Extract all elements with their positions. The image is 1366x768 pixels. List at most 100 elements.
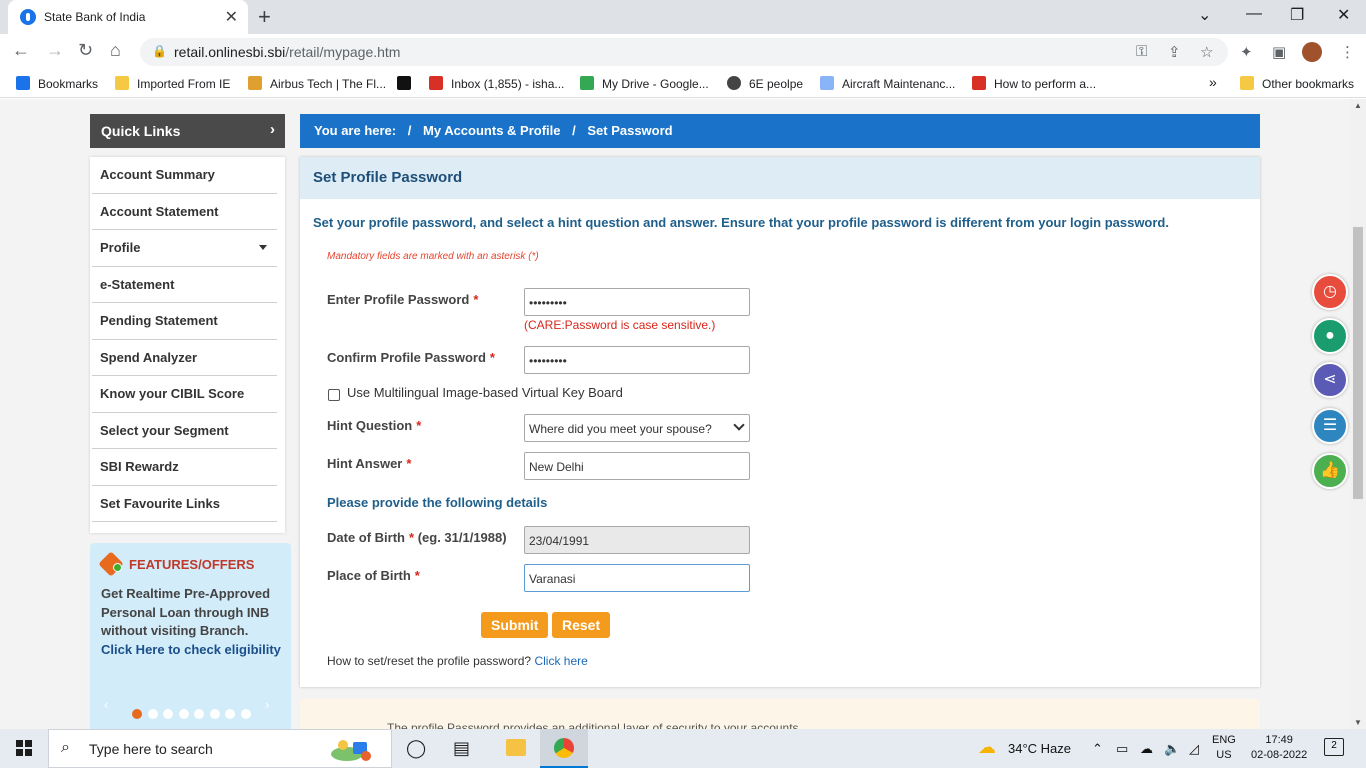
minimize-icon[interactable]: — (1246, 5, 1262, 23)
bookmark-item[interactable]: How to perform a... (972, 76, 1096, 91)
new-tab-icon[interactable]: + (258, 4, 271, 30)
carousel-dot[interactable] (240, 709, 251, 719)
forward-icon[interactable]: → (46, 40, 64, 61)
hint-answer-input[interactable]: New Delhi (524, 452, 750, 480)
reset-button[interactable]: Reset (552, 612, 611, 638)
hint-question-select[interactable]: Where did you meet your spouse? (524, 414, 750, 442)
pob-label: Place of Birth * (327, 568, 420, 583)
thumbs-up-icon[interactable]: 👍 (1312, 453, 1348, 489)
clock[interactable]: 17:49 02-08-2022 (1251, 733, 1307, 763)
key-icon[interactable]: ⚿ (1136, 43, 1147, 60)
task-view-icon[interactable]: ◯ (406, 738, 426, 759)
carousel-dot[interactable] (209, 709, 220, 719)
clock-date: 02-08-2022 (1251, 749, 1308, 761)
bookmark-item[interactable]: 6E peolpe (727, 76, 803, 91)
site-icon (397, 76, 411, 90)
quick-link-account-statement[interactable]: Account Statement (92, 194, 277, 230)
other-bookmarks[interactable]: Other bookmarks (1240, 76, 1354, 91)
weather-text[interactable]: 34°C Haze (1008, 741, 1071, 756)
caret-down-icon (259, 245, 267, 250)
scrollbar-thumb[interactable] (1353, 227, 1363, 499)
wifi-icon[interactable]: ◿ (1189, 741, 1199, 757)
chrome-app[interactable] (540, 729, 588, 768)
volume-icon[interactable]: 🔈 (1164, 741, 1180, 757)
bookmark-item[interactable] (397, 76, 419, 91)
file-explorer-app[interactable] (492, 729, 540, 768)
carousel-dot[interactable] (194, 709, 204, 719)
quick-link-pending-statement[interactable]: Pending Statement (92, 303, 277, 340)
carousel-next-icon[interactable]: › (265, 697, 269, 712)
restore-icon[interactable]: ❐ (1290, 5, 1304, 25)
quick-link-favourite-links[interactable]: Set Favourite Links (92, 486, 277, 522)
quick-link-e-statement[interactable]: e-Statement (92, 267, 277, 303)
profile-avatar[interactable] (1302, 42, 1322, 62)
quick-link-select-segment[interactable]: Select your Segment (92, 413, 277, 449)
address-bar[interactable]: 🔒 retail.onlinesbi.sbi/retail/mypage.htm… (140, 38, 1228, 66)
list-icon[interactable]: ☰ (1312, 408, 1348, 444)
widgets-icon[interactable]: ▤ (453, 738, 470, 759)
share-page-icon[interactable]: ⇪ (1168, 43, 1181, 61)
scroll-up-icon[interactable]: ▲ (1354, 101, 1362, 110)
carousel-dot[interactable] (163, 709, 173, 719)
quick-link-cibil-score[interactable]: Know your CIBIL Score (92, 376, 277, 413)
back-icon[interactable]: ← (12, 40, 30, 61)
windows-start-icon[interactable] (16, 740, 32, 756)
quick-link-profile[interactable]: Profile (92, 230, 277, 267)
tab-search-icon[interactable]: ⌄ (1198, 5, 1211, 25)
carousel-dot[interactable] (147, 709, 158, 719)
breadcrumb-current: Set Password (587, 123, 673, 138)
quick-link-sbi-rewardz[interactable]: SBI Rewardz (92, 449, 277, 486)
bookmark-item[interactable]: My Drive - Google... (580, 76, 709, 91)
quick-link-account-summary[interactable]: Account Summary (92, 157, 277, 194)
lock-icon[interactable]: 🔒 (152, 44, 167, 58)
bookmark-star-icon[interactable]: ☆ (1200, 43, 1213, 61)
menu-icon[interactable]: ⋮ (1340, 43, 1355, 61)
close-tab-icon[interactable]: ✕ (225, 7, 238, 27)
check-eligibility-link[interactable]: Click Here to check eligibility (101, 642, 281, 657)
chevron-up-icon[interactable]: ⌃ (1092, 741, 1103, 757)
chevron-right-icon: › (270, 121, 275, 138)
home-icon[interactable]: ⌂ (110, 40, 121, 61)
carousel-dot[interactable] (132, 709, 142, 719)
bookmark-item[interactable]: Aircraft Maintenanc... (820, 76, 955, 91)
breadcrumb-section[interactable]: My Accounts & Profile (423, 123, 560, 138)
share-icon[interactable]: ⋖ (1312, 362, 1348, 398)
taskbar-search[interactable]: ⌕ Type here to search (48, 729, 392, 768)
weather-icon[interactable]: ☁ (978, 737, 996, 758)
submit-button[interactable]: Submit (481, 612, 549, 638)
battery-icon[interactable]: ▭ (1116, 741, 1128, 757)
browser-tab[interactable]: State Bank of India ✕ (8, 0, 248, 34)
help-link[interactable]: Click here (534, 654, 587, 668)
bookmark-item[interactable]: Bookmarks (16, 76, 98, 91)
pob-input[interactable]: Varanasi (524, 564, 750, 592)
confirm-password-input[interactable]: ••••••••• (524, 346, 750, 374)
bookmark-item[interactable]: Airbus Tech | The Fl... (248, 76, 386, 91)
side-panel-icon[interactable]: ▣ (1272, 43, 1286, 61)
quick-links-header[interactable]: Quick Links › (90, 114, 285, 148)
more-bookmarks-icon[interactable]: » (1209, 74, 1217, 90)
lightbulb-icon[interactable]: ● (1312, 318, 1348, 354)
hint-answer-label: Hint Answer * (327, 456, 412, 471)
virtual-keyboard-label[interactable]: Use Multilingual Image-based Virtual Key… (347, 385, 623, 400)
profile-password-input[interactable]: ••••••••• (524, 288, 750, 316)
gmail-icon (429, 76, 443, 90)
vertical-scrollbar[interactable]: ▲ ▼ (1350, 99, 1366, 729)
extensions-icon[interactable]: ✦ (1240, 43, 1253, 61)
bookmark-item[interactable]: Inbox (1,855) - isha... (429, 76, 564, 91)
clock-icon[interactable]: ◷ (1312, 274, 1348, 310)
carousel-dot[interactable] (225, 709, 235, 719)
scroll-down-icon[interactable]: ▼ (1354, 718, 1362, 727)
carousel-dot[interactable] (178, 709, 189, 719)
bookmark-item[interactable]: Imported From IE (115, 76, 230, 91)
language-indicator[interactable]: ENG US (1212, 733, 1236, 763)
carousel-prev-icon[interactable]: ‹ (104, 697, 108, 712)
notifications-icon[interactable]: 2 (1324, 738, 1344, 756)
virtual-keyboard-checkbox[interactable] (328, 389, 340, 401)
window-close-icon[interactable]: ✕ (1337, 5, 1350, 25)
confirm-password-label: Confirm Profile Password * (327, 350, 495, 365)
folder-icon (1240, 76, 1254, 90)
password-label: Enter Profile Password * (327, 292, 479, 307)
reload-icon[interactable]: ↻ (78, 40, 93, 61)
quick-link-spend-analyzer[interactable]: Spend Analyzer (92, 340, 277, 376)
cloud-icon[interactable]: ☁ (1140, 741, 1153, 757)
